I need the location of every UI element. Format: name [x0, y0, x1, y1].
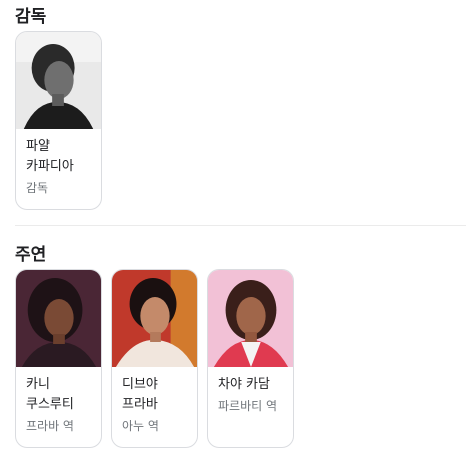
cast-role: 파르바티 역 — [218, 399, 278, 413]
director-card[interactable]: 파얄 카파디아 감독 — [15, 31, 102, 210]
cast-section-title: 주연 — [15, 245, 47, 265]
cast-photo — [208, 270, 293, 367]
cast-card[interactable]: 디브야 프라바 아누 역 — [111, 269, 198, 448]
cast-photo — [16, 270, 101, 367]
director-section-title: 감독 — [15, 7, 47, 27]
cast-card[interactable]: 카니 쿠스루티 프라바 역 — [15, 269, 102, 448]
cast-role: 아누 역 — [122, 419, 159, 433]
director-role: 감독 — [26, 181, 49, 195]
director-name: 파얄 카파디아 — [26, 139, 74, 174]
cast-photo — [112, 270, 197, 367]
cast-name: 카니 쿠스루티 — [26, 377, 74, 412]
cast-name: 디브야 프라바 — [122, 377, 158, 412]
cast-name: 차야 카담 — [218, 377, 270, 392]
cast-role: 프라바 역 — [26, 419, 74, 433]
section-divider — [15, 225, 466, 226]
cast-card[interactable]: 차야 카담 파르바티 역 — [207, 269, 294, 448]
director-photo — [16, 32, 101, 129]
